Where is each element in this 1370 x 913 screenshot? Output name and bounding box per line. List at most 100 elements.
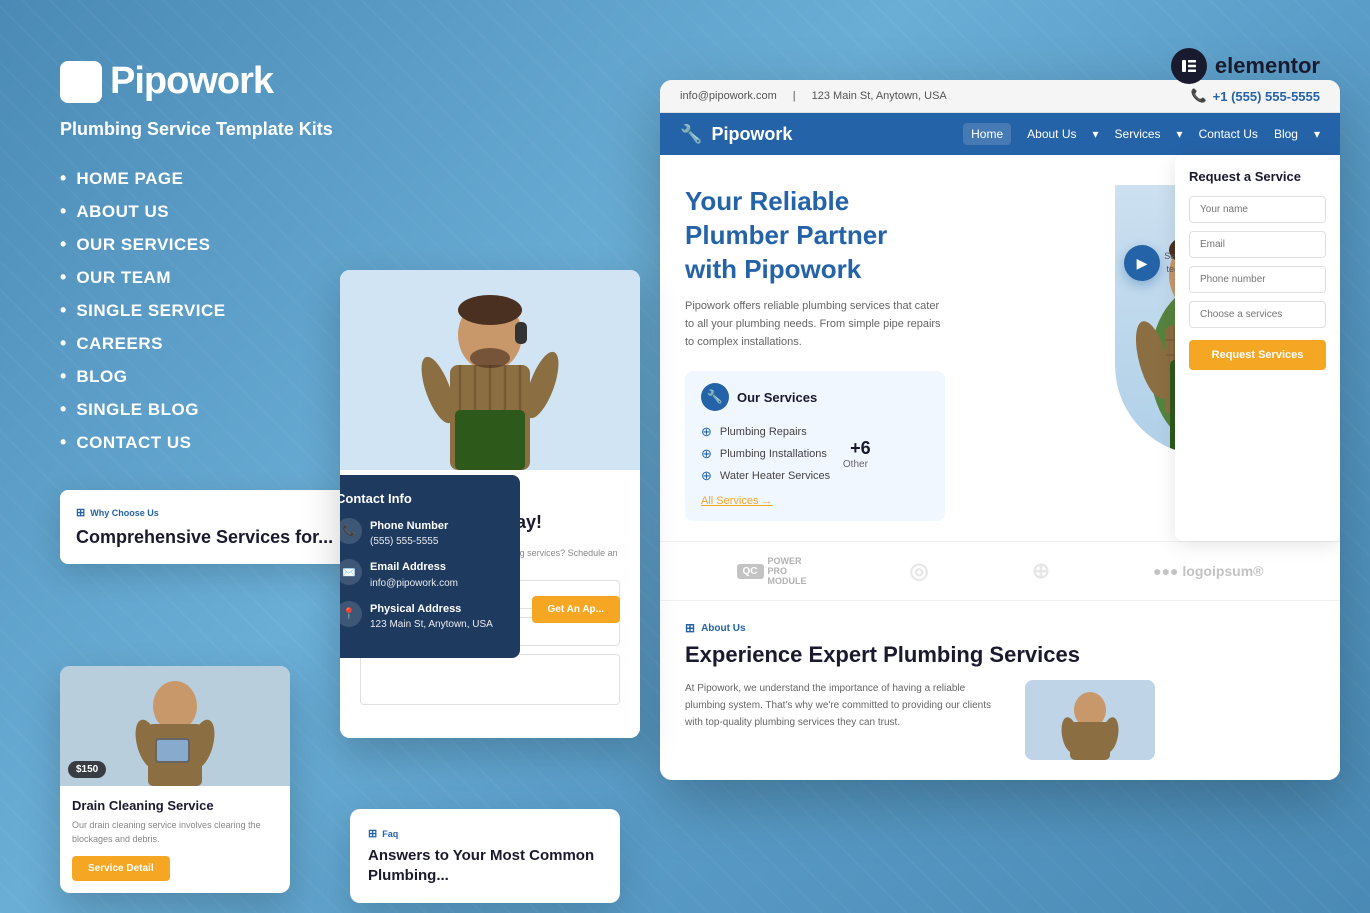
faq-section-label: Faq (368, 827, 602, 840)
topbar-contact-info: info@pipowork.com | 123 Main St, Anytown… (680, 90, 947, 102)
topbar-address: 123 Main St, Anytown, USA (812, 90, 947, 102)
nav-item-services[interactable]: OUR SERVICES (60, 234, 360, 255)
nav-item-team[interactable]: OUR TEAM (60, 267, 360, 288)
request-services-button[interactable]: Request Services (1189, 340, 1326, 370)
why-choose-us-section: Why Choose Us Comprehensive Services for… (60, 490, 380, 564)
hero-title-plain: Your (685, 186, 750, 216)
contact-phone-text: Phone Number (555) 555-5555 (370, 518, 448, 550)
message-field[interactable] (360, 654, 620, 705)
topbar-email: info@pipowork.com (680, 90, 777, 102)
nav-link-about[interactable]: About Us (1027, 127, 1076, 141)
faq-section-preview: Faq Answers to Your Most Common Plumbing… (350, 809, 620, 903)
about-section-preview: About Us Experience Expert Plumbing Serv… (660, 600, 1340, 780)
brand-4: ●●● logoipsum® (1153, 563, 1263, 579)
contact-address-text: Physical Address 123 Main St, Anytown, U… (370, 601, 493, 633)
brand-3: ⊕ (1032, 558, 1050, 584)
service-card-title: Drain Cleaning Service (72, 798, 278, 813)
plus-more-count: +6 (850, 438, 871, 459)
contact-info-card-title: Contact Info (340, 491, 504, 506)
phone-icon-inner: 📞 (342, 524, 356, 537)
service-detail-button[interactable]: Service Detail (72, 856, 170, 881)
logo-text: Pipowork (110, 60, 273, 103)
why-section-label: Why Choose Us (76, 506, 364, 519)
nav-dropdown-icon: ▾ (1093, 127, 1099, 141)
play-button[interactable]: ▶ (1124, 245, 1160, 281)
service-item-3: Water Heater Services (701, 465, 830, 487)
email-input[interactable] (1189, 231, 1326, 258)
get-answer-button[interactable]: Get An Ap... (532, 596, 620, 623)
nav-item-single-service[interactable]: SINGLE SERVICE (60, 300, 360, 321)
elementor-badge: elementor (1171, 48, 1320, 84)
nav-link-blog[interactable]: Blog (1274, 127, 1298, 141)
nav-link-home[interactable]: Home (963, 123, 1011, 145)
request-service-form: Request a Service Request Services (1175, 155, 1340, 541)
hero-description: Pipowork offers reliable plumbing servic… (685, 298, 945, 351)
nav-link-contact[interactable]: Contact Us (1199, 127, 1258, 141)
brand-2: ◎ (910, 558, 929, 584)
contact-address-item: 📍 Physical Address 123 Main St, Anytown,… (340, 601, 504, 633)
email-circle-icon: ✉️ (340, 559, 362, 585)
topbar-phone: 📞 +1 (555) 555-5555 (1190, 88, 1320, 104)
preview-topbar: info@pipowork.com | 123 Main St, Anytown… (660, 80, 1340, 113)
about-section-title: Experience Expert Plumbing Services (685, 641, 1315, 670)
contact-info-card: Contact Info 📞 Phone Number (555) 555-55… (340, 475, 520, 659)
service-price-badge: $150 (68, 761, 106, 778)
about-plumber-thumbnail (1025, 680, 1155, 760)
hero-content: Your ReliablePlumber Partnerwith Pipowor… (685, 185, 1095, 521)
services-box-header: 🔧 Our Services (701, 383, 929, 411)
preview-nav-links: Home About Us ▾ Services ▾ Contact Us Bl… (963, 123, 1320, 145)
elementor-icon (1171, 48, 1207, 84)
elementor-text: elementor (1215, 53, 1320, 79)
logo-area: Pipowork (60, 60, 360, 103)
nav-item-single-blog[interactable]: SINGLE BLOG (60, 399, 360, 420)
logo-icon (60, 61, 102, 103)
preview-hero-section: Your ReliablePlumber Partnerwith Pipowor… (660, 155, 1340, 541)
phone-input[interactable] (1189, 266, 1326, 293)
brand-1: QC POWERPROMODULE (737, 556, 807, 586)
phone-circle-icon: 📞 (340, 518, 362, 544)
address-icon-inner: 📍 (342, 607, 356, 620)
nav-dropdown-icon2: ▾ (1177, 127, 1183, 141)
service-item-2: Plumbing Installations (701, 443, 830, 465)
services-box: 🔧 Our Services Plumbing Repairs Plumbing… (685, 371, 945, 521)
preview-navbar: 🔧 Pipowork Home About Us ▾ Services ▾ Co… (660, 113, 1340, 155)
nav-link-services[interactable]: Services (1115, 127, 1161, 141)
nav-item-careers[interactable]: CAREERS (60, 333, 360, 354)
contact-plumber-image (340, 270, 640, 470)
about-section-label: About Us (685, 621, 1315, 635)
services-wrench-icon: 🔧 (701, 383, 729, 411)
preview-nav-logo: 🔧 Pipowork (680, 124, 792, 145)
hero-title: Your ReliablePlumber Partnerwith Pipowor… (685, 185, 1095, 286)
nav-item-about[interactable]: ABOUT US (60, 201, 360, 222)
all-services-link[interactable]: All Services → (701, 495, 773, 507)
service-card-image: $150 (60, 666, 290, 786)
contact-phone-item: 📞 Phone Number (555) 555-5555 (340, 518, 504, 550)
service-item-1: Plumbing Repairs (701, 421, 830, 443)
nav-item-home[interactable]: HOME PAGE (60, 168, 360, 189)
about-section-desc: At Pipowork, we understand the importanc… (685, 680, 1005, 760)
phone-icon: 📞 (1190, 88, 1206, 104)
service-card-description: Our drain cleaning service involves clea… (72, 819, 278, 846)
contact-email-text: Email Address info@pipowork.com (370, 559, 458, 591)
brand-tagline: Plumbing Service Template Kits (60, 119, 360, 140)
address-circle-icon: 📍 (340, 601, 362, 627)
contact-page-preview: Contact Us Get An Expert Today! Ready to… (340, 270, 640, 738)
page-nav-list: HOME PAGE ABOUT US OUR SERVICES OUR TEAM… (60, 168, 360, 453)
faq-section-title: Answers to Your Most Common Plumbing... (368, 846, 602, 885)
nav-item-contact[interactable]: CONTACT US (60, 432, 360, 453)
nav-item-blog[interactable]: BLOG (60, 366, 360, 387)
brands-bar: QC POWERPROMODULE ◎ ⊕ ●●● logoipsum® (660, 541, 1340, 600)
email-icon-inner: ✉️ (342, 566, 356, 579)
contact-email-item: ✉️ Email Address info@pipowork.com (340, 559, 504, 591)
service-card-preview: $150 Drain Cleaning Service Our drain cl… (60, 666, 290, 893)
service-select[interactable] (1189, 301, 1326, 328)
left-panel: Pipowork Plumbing Service Template Kits … (60, 60, 360, 453)
main-website-preview: info@pipowork.com | 123 Main St, Anytown… (660, 80, 1340, 780)
service-card-content: Drain Cleaning Service Our drain cleanin… (60, 786, 290, 893)
why-section-title: Comprehensive Services for... (76, 527, 364, 548)
request-form-title: Request a Service (1189, 169, 1326, 184)
plus-more-label: Other (840, 459, 871, 470)
your-name-input[interactable] (1189, 196, 1326, 223)
nav-dropdown-icon3: ▾ (1314, 127, 1320, 141)
services-box-title: Our Services (737, 390, 817, 405)
